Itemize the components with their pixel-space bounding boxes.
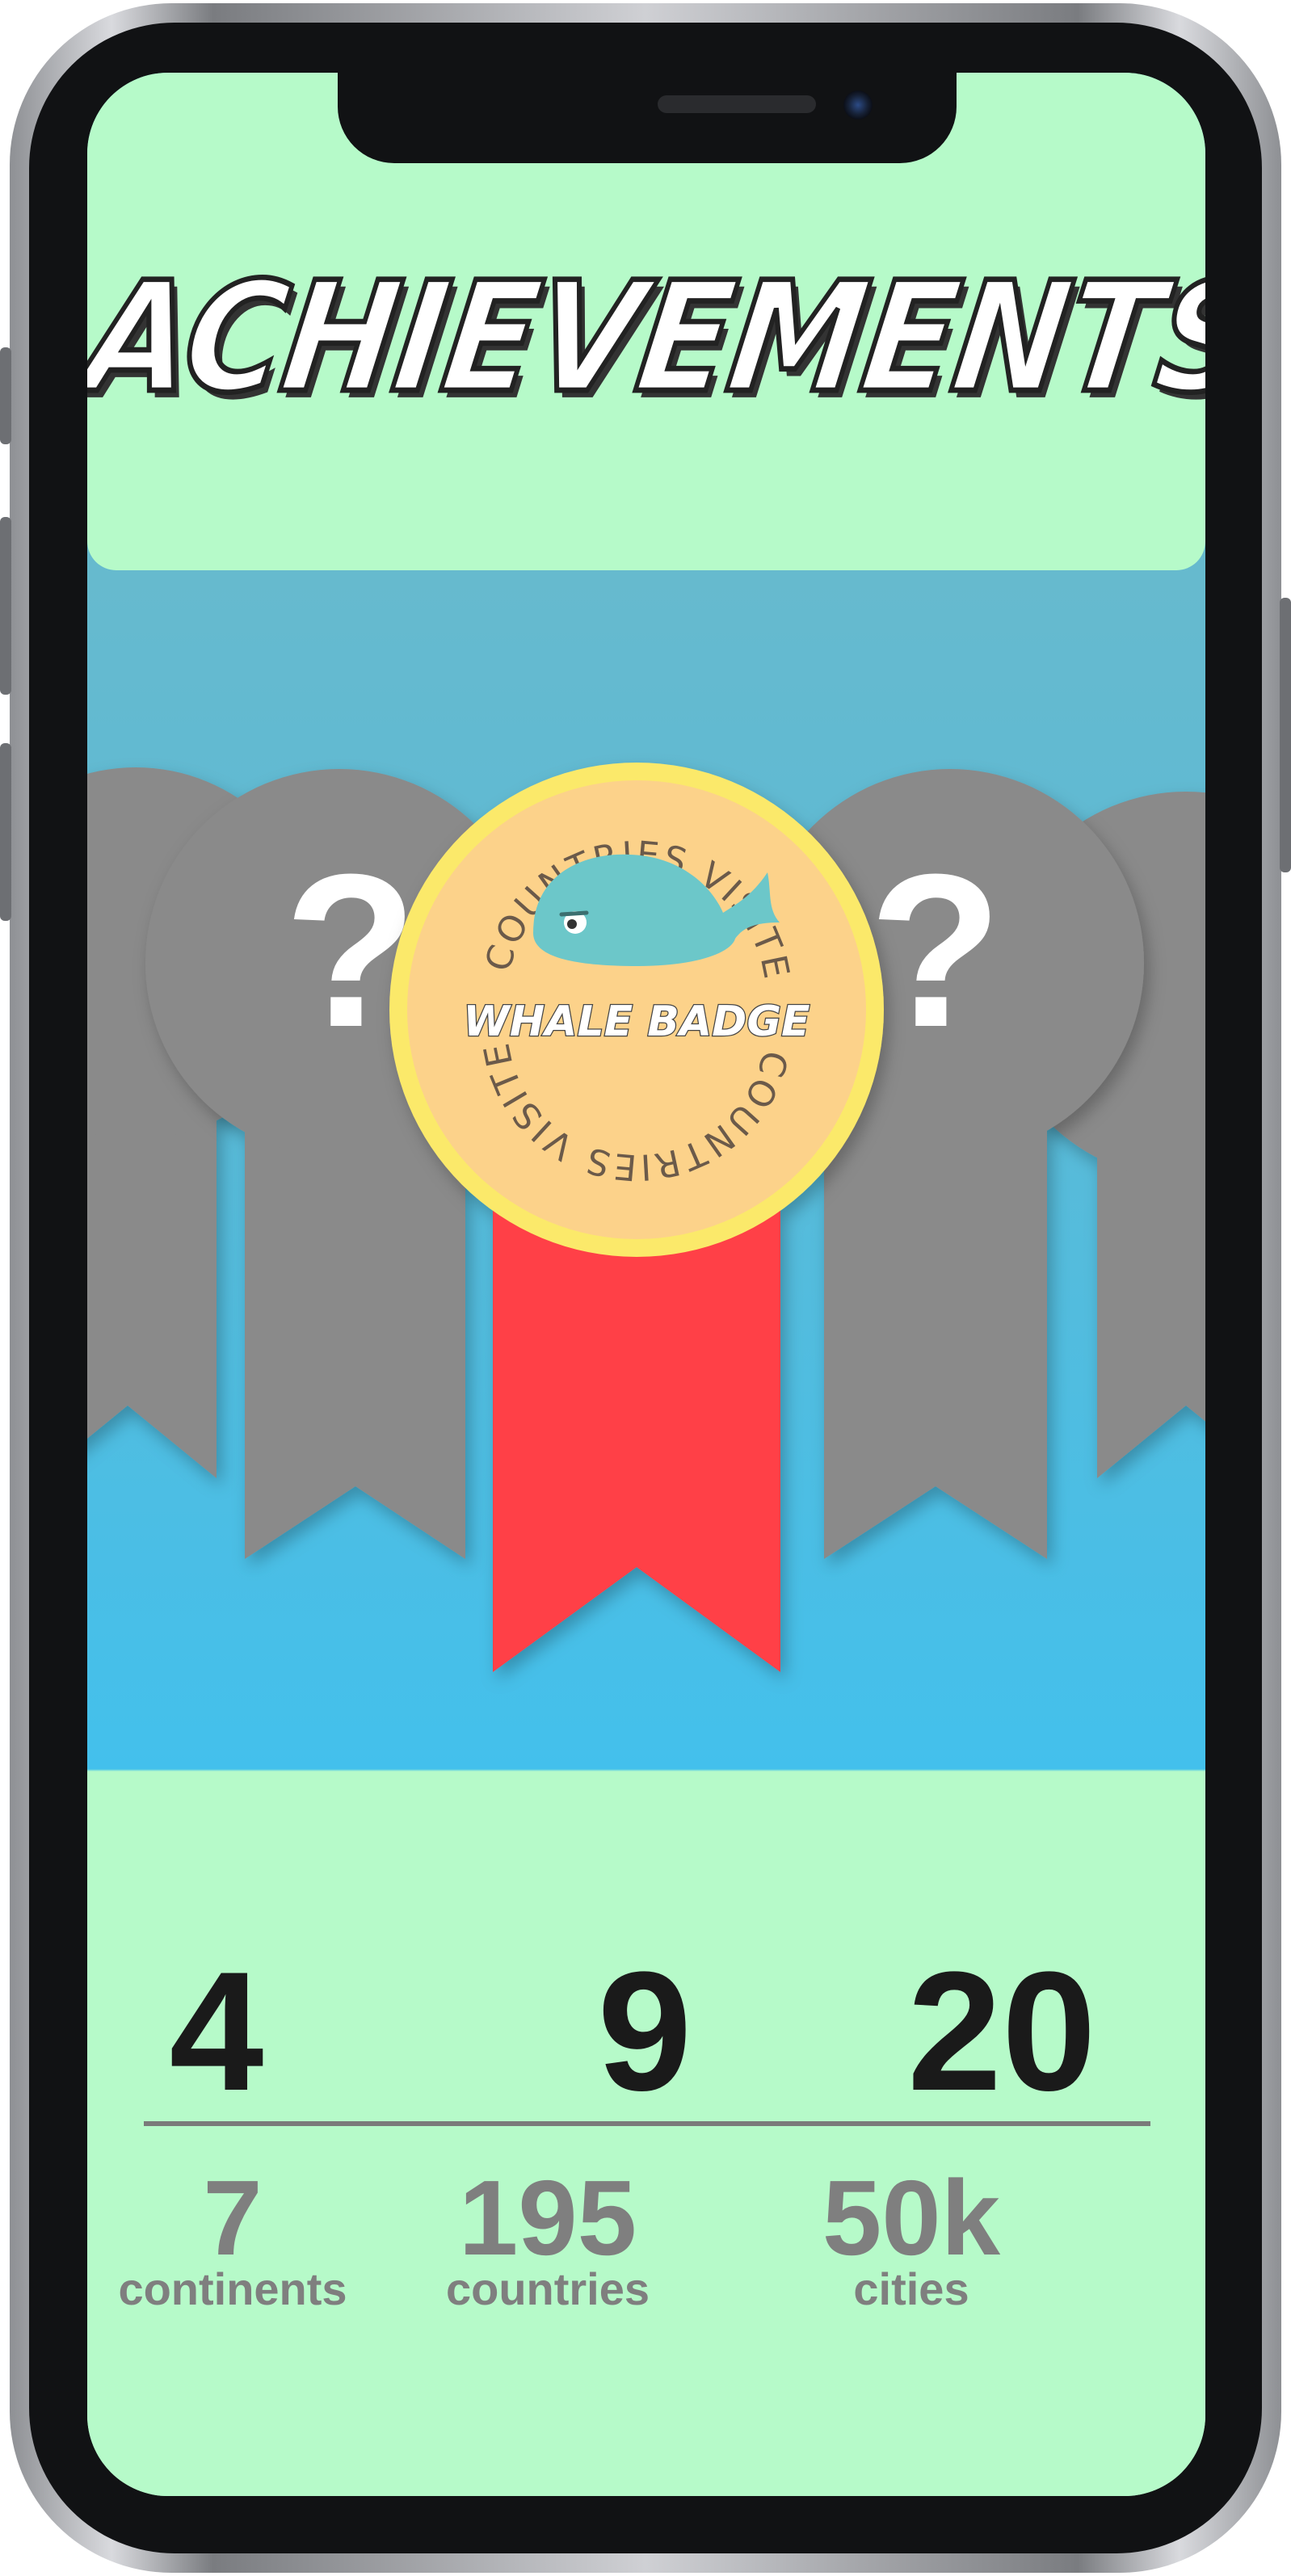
locked-symbol: ?: [869, 830, 1003, 1073]
stat-label: continents: [118, 2263, 347, 2314]
stats-divider: [144, 2121, 1150, 2126]
app-screen: ACHIEVEMENTS ? ? COU ES VI TE COUNTRIES …: [87, 73, 1205, 2496]
stat-continents-total: 7 continents: [87, 2165, 402, 2312]
stat-total-value: 50k: [822, 2158, 1001, 2277]
side-button-silent: [0, 347, 11, 444]
stat-countries: 9: [475, 1947, 814, 2116]
stats-card: [87, 1775, 1205, 2496]
badge-name: WHALE BADGE: [463, 998, 810, 1046]
stat-cities: 20: [832, 1947, 1171, 2116]
side-button-volume-down: [0, 743, 11, 921]
speaker-grille: [658, 95, 816, 113]
stat-continents: 4: [87, 1947, 386, 2116]
page-title: ACHIEVEMENTS: [87, 246, 1205, 429]
stat-achieved-value: 4: [169, 1936, 264, 2126]
stat-total-value: 7: [203, 2158, 263, 2277]
stat-achieved-value: 20: [907, 1936, 1096, 2126]
stat-label: cities: [853, 2263, 969, 2314]
badge-carousel[interactable]: ? ? 5 COUNTRIES VISITED 5 COUNTRIES VISI…: [87, 711, 1205, 1712]
stat-cities-total: 50k cities: [742, 2165, 1081, 2312]
stat-achieved-value: 9: [597, 1936, 692, 2126]
side-button-power: [1280, 598, 1291, 872]
camera-icon: [843, 90, 873, 120]
side-button-volume-up: [0, 517, 11, 695]
phone-notch: [338, 73, 957, 163]
stat-label: countries: [445, 2263, 650, 2314]
stat-total-value: 195: [458, 2158, 637, 2277]
stat-countries-total: 195 countries: [378, 2165, 717, 2312]
